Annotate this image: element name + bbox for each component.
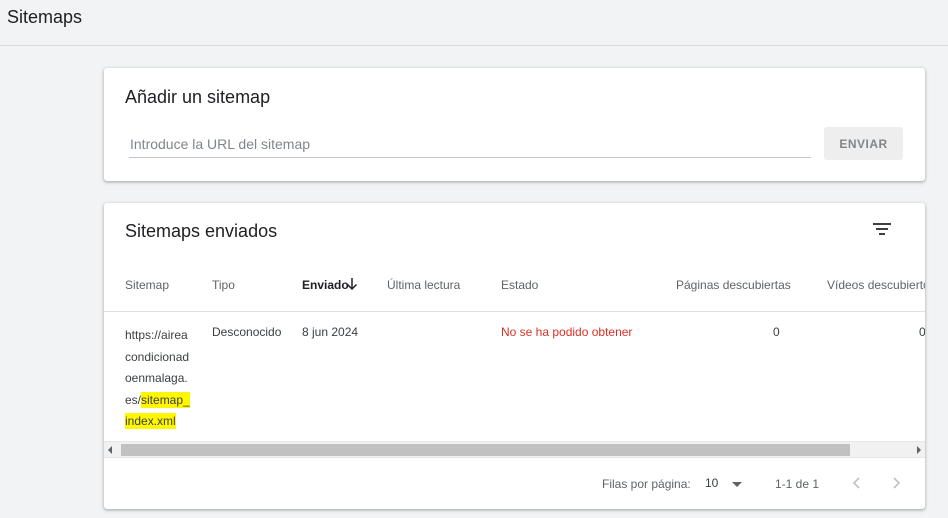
sitemap-url-cell[interactable]: https://airea condicionad oenmalaga. es/… [125, 325, 195, 433]
sitemaps-table: Sitemap Tipo Enviado Última lectura Esta… [104, 258, 925, 441]
column-header-videos[interactable]: Vídeos descubiertos [827, 278, 925, 292]
sitemap-url-input[interactable] [129, 131, 811, 158]
chevron-right-icon[interactable] [886, 473, 906, 493]
status-cell: No se ha podido obtener [501, 325, 633, 339]
add-sitemap-card: Añadir un sitemap ENVIAR [104, 68, 925, 181]
arrow-downward-icon[interactable] [346, 277, 358, 291]
column-header-last-read[interactable]: Última lectura [387, 278, 460, 292]
pages-cell: 0 [773, 325, 780, 339]
submitted-cell: 8 jun 2024 [302, 325, 359, 339]
sitemap-url-highlight: index.xml [125, 413, 176, 429]
filter-list-icon[interactable] [872, 221, 892, 237]
page-header: Sitemaps [0, 0, 948, 46]
rows-per-page-label: Filas por página: [602, 477, 691, 491]
rows-per-page-select[interactable]: 10 [705, 476, 718, 490]
pagination-range: 1-1 de 1 [775, 477, 820, 491]
column-header-type[interactable]: Tipo [212, 278, 235, 292]
column-header-submitted[interactable]: Enviado [302, 278, 349, 292]
videos-cell: 0 [919, 325, 925, 339]
submitted-sitemaps-card: Sitemaps enviados Sitemap Tipo Enviado Ú… [104, 203, 925, 509]
table-footer: Filas por página: 10 1-1 de 1 [104, 459, 925, 509]
scroll-left-icon[interactable] [108, 446, 112, 454]
submit-button[interactable]: ENVIAR [824, 127, 903, 160]
column-header-pages[interactable]: Páginas descubiertas [676, 278, 791, 292]
submitted-sitemaps-title: Sitemaps enviados [125, 221, 278, 241]
sitemap-url-highlight: sitemap_ [141, 391, 190, 408]
chevron-left-icon[interactable] [847, 473, 867, 493]
page-title: Sitemaps [7, 7, 83, 27]
scroll-right-icon[interactable] [917, 446, 921, 454]
header-divider [104, 311, 925, 312]
chevron-down-icon[interactable] [732, 482, 742, 487]
column-header-sitemap[interactable]: Sitemap [125, 278, 169, 292]
add-sitemap-title: Añadir un sitemap [125, 87, 271, 107]
column-header-status[interactable]: Estado [501, 278, 538, 292]
horizontal-scrollbar[interactable] [104, 441, 925, 458]
type-cell: Desconocido [212, 325, 282, 339]
scrollbar-thumb[interactable] [121, 444, 850, 456]
